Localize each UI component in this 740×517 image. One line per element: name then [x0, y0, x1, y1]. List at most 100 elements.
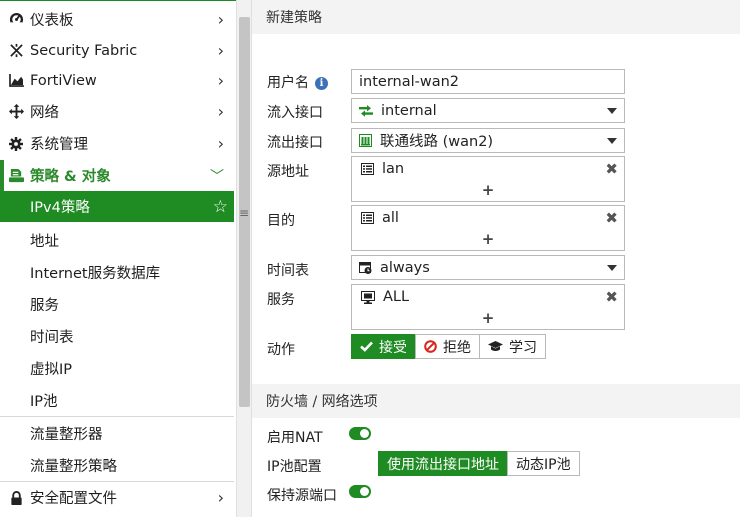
source-address-value: lan — [382, 161, 405, 177]
policy-objects-icon — [8, 168, 24, 183]
sidebar-item-label: IPv4策略 — [30, 200, 90, 216]
outgoing-interface-value: 联通线路 (wan2) — [380, 134, 494, 150]
sidebar-item-security-profiles[interactable]: 安全配置文件 › — [0, 482, 234, 513]
destination-address-entry[interactable]: all — [361, 210, 399, 226]
sidebar-item-label: 网络 — [30, 105, 59, 121]
resize-grip-icon[interactable]: ≡ — [238, 206, 250, 220]
sidebar-item-system[interactable]: 系统管理 › — [0, 128, 234, 159]
learn-label: 学习 — [509, 339, 537, 356]
sidebar-item-address[interactable]: 地址 — [0, 225, 234, 256]
sidebar-item-services[interactable]: 服务 — [0, 289, 234, 320]
port-icon — [359, 134, 372, 147]
add-icon[interactable]: + — [352, 181, 624, 199]
sidebar-item-label: 时间表 — [30, 330, 74, 346]
sidebar-item-label: IP池 — [30, 394, 58, 410]
accept-button[interactable]: 接受 — [351, 334, 416, 359]
sidebar-item-ip-pool[interactable]: IP池 — [0, 385, 234, 416]
chevron-right-icon: › — [217, 102, 224, 121]
sidebar-item-policy-objects[interactable]: 策略 & 对象 ﹀ — [0, 160, 234, 191]
remove-icon[interactable]: ✖ — [605, 160, 618, 178]
chevron-down-icon: ﹀ — [210, 168, 224, 185]
remove-icon[interactable]: ✖ — [605, 209, 618, 227]
outgoing-interface-label: 流出接口 — [267, 135, 323, 151]
sidebar-item-fortiview[interactable]: FortiView › — [0, 65, 234, 96]
chevron-right-icon: › — [217, 134, 224, 153]
destination-address-field[interactable]: all ✖ + — [351, 205, 625, 251]
dashboard-icon — [8, 12, 24, 27]
sidebar-item-security-fabric[interactable]: Security Fabric › — [0, 35, 234, 66]
nat-label: 启用NAT — [267, 430, 323, 446]
preserve-port-label: 保持源端口 — [267, 488, 337, 504]
sidebar: 仪表板 › Security Fabric › FortiView › 网络 › — [0, 0, 236, 517]
service-monitor-icon — [361, 290, 375, 304]
source-address-entry[interactable]: lan — [361, 161, 404, 177]
add-icon[interactable]: + — [352, 309, 624, 327]
dynamic-ip-pool-button[interactable]: 动态IP池 — [507, 451, 580, 476]
schedule-select[interactable]: always — [351, 255, 625, 280]
dropdown-caret-icon — [607, 108, 617, 114]
name-label: 用户名 i — [267, 72, 328, 92]
sidebar-item-label: 服务 — [30, 298, 59, 314]
sidebar-item-internet-service-db[interactable]: Internet服务数据库 — [0, 257, 234, 288]
sidebar-item-label: 系统管理 — [30, 137, 88, 153]
preserve-port-toggle[interactable] — [349, 485, 371, 498]
sidebar-item-label: 策略 & 对象 — [30, 169, 111, 185]
incoming-interface-select[interactable]: internal — [351, 98, 625, 123]
security-fabric-icon — [8, 43, 24, 58]
sidebar-scrollbar[interactable] — [236, 0, 252, 517]
sidebar-item-traffic-shaping-policy[interactable]: 流量整形策略 — [0, 450, 234, 481]
toggle-knob — [360, 487, 369, 496]
destination-label: 目的 — [267, 213, 295, 229]
sidebar-item-label: Internet服务数据库 — [30, 266, 161, 282]
nat-toggle[interactable] — [349, 427, 371, 440]
name-label-text: 用户名 — [267, 75, 309, 91]
deny-circle-icon — [424, 340, 437, 353]
incoming-interface-label: 流入接口 — [267, 105, 323, 121]
info-icon[interactable]: i — [315, 77, 328, 90]
name-input[interactable]: internal-wan2 — [351, 69, 625, 94]
destination-address-value: all — [382, 210, 399, 226]
use-outgoing-interface-button[interactable]: 使用流出接口地址 — [378, 451, 508, 476]
star-favorite-icon[interactable]: ☆ — [213, 197, 228, 217]
dropdown-caret-icon — [607, 138, 617, 144]
dropdown-caret-icon — [607, 265, 617, 271]
fortiview-chart-icon — [8, 74, 24, 87]
add-icon[interactable]: + — [352, 230, 624, 248]
chevron-right-icon: › — [217, 10, 224, 29]
policy-editor: 新建策略 用户名 i internal-wan2 流入接口 internal 流出… — [252, 0, 740, 517]
sidebar-item-label: 虚拟IP — [30, 362, 73, 378]
remove-icon[interactable]: ✖ — [605, 288, 618, 306]
sidebar-item-schedules[interactable]: 时间表 — [0, 321, 234, 352]
sidebar-item-label: 地址 — [30, 234, 59, 250]
schedule-label: 时间表 — [267, 263, 309, 279]
address-object-icon — [361, 163, 374, 175]
interface-arrows-icon — [359, 104, 373, 117]
source-address-label: 源地址 — [267, 164, 309, 180]
sidebar-item-network[interactable]: 网络 › — [0, 96, 234, 127]
sidebar-item-label: Security Fabric — [30, 42, 138, 59]
toggle-knob — [360, 429, 369, 438]
service-entry[interactable]: ALL — [361, 289, 409, 305]
sidebar-item-traffic-shaper[interactable]: 流量整形器 — [0, 418, 234, 449]
sidebar-item-label: 流量整形器 — [30, 427, 103, 443]
page-title: 新建策略 — [252, 0, 740, 34]
action-button-group: 接受 拒绝 学习 — [351, 334, 546, 359]
firewall-section-title: 防火墙 / 网络选项 — [252, 384, 740, 418]
sidebar-item-virtual-ip[interactable]: 虚拟IP — [0, 353, 234, 384]
service-label: 服务 — [267, 292, 295, 308]
source-address-field[interactable]: lan ✖ + — [351, 156, 625, 202]
ippool-button-group: 使用流出接口地址 动态IP池 — [378, 451, 580, 476]
learn-button[interactable]: 学习 — [479, 334, 546, 359]
sidebar-item-dashboard[interactable]: 仪表板 › — [0, 4, 234, 35]
chevron-right-icon: › — [217, 41, 224, 60]
service-field[interactable]: ALL ✖ + — [351, 284, 625, 330]
schedule-value: always — [380, 259, 430, 276]
accept-label: 接受 — [379, 339, 407, 356]
sidebar-item-label: 仪表板 — [30, 13, 74, 29]
deny-button[interactable]: 拒绝 — [415, 334, 480, 359]
service-value: ALL — [383, 289, 410, 305]
sidebar-item-ipv4-policy[interactable]: IPv4策略 ☆ — [0, 191, 234, 222]
outgoing-interface-select[interactable]: 联通线路 (wan2) — [351, 128, 625, 153]
chevron-right-icon: › — [217, 488, 224, 507]
incoming-interface-value: internal — [381, 102, 437, 119]
